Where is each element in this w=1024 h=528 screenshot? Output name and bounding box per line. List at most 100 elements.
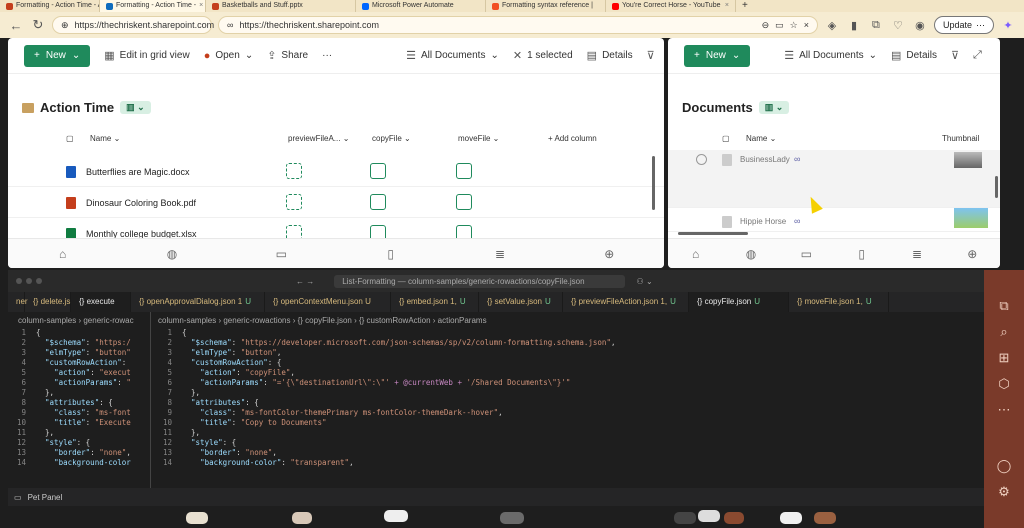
editor-tab[interactable]: ner xyxy=(8,292,28,312)
move-file-icon[interactable] xyxy=(456,163,472,179)
move-file-icon[interactable] xyxy=(456,194,472,210)
file-name[interactable]: BusinessLady xyxy=(740,155,790,164)
horse-pet[interactable] xyxy=(698,510,720,522)
scrollbar[interactable] xyxy=(995,176,998,198)
details-button[interactable]: ▤ Details xyxy=(891,49,937,62)
share-button[interactable]: ⇪ Share xyxy=(267,49,308,62)
library-view-button[interactable]: ▥ ⌄ xyxy=(120,101,151,114)
scrollbar[interactable] xyxy=(652,156,655,210)
move-file-icon[interactable] xyxy=(456,225,472,238)
file-name[interactable]: Butterflies are Magic.docx xyxy=(86,167,190,177)
browser-tab[interactable]: Microsoft Power Automate xyxy=(356,0,486,12)
edit-grid-button[interactable]: ▦ Edit in grid view xyxy=(104,49,189,62)
editor-tab[interactable]: {} moveFile.json 1, U xyxy=(789,292,889,312)
more-button[interactable]: ··· xyxy=(322,50,332,61)
open-button[interactable]: ● Open ⌄ xyxy=(204,50,254,62)
horse-pet[interactable] xyxy=(780,512,802,524)
breadcrumb-right[interactable]: column-samples › generic-rowactions › {}… xyxy=(158,316,487,325)
file-name[interactable]: Hippie Horse xyxy=(740,217,786,226)
table-row[interactable]: Dinosaur Coloring Book.pdf xyxy=(8,187,664,218)
window-zoom-dot[interactable] xyxy=(36,278,42,284)
horse-pet[interactable] xyxy=(384,510,408,522)
editor-tab[interactable]: {} embed.json 1, U xyxy=(391,292,479,312)
package-icon[interactable]: ⬡ xyxy=(998,376,1009,392)
file-type-header-icon[interactable]: ▢ xyxy=(66,134,74,143)
news-icon[interactable]: ▭ xyxy=(271,247,291,261)
new-button[interactable]: + New ⌄ xyxy=(24,44,91,67)
add-column-button[interactable]: + Add column xyxy=(548,134,597,143)
tab-icon[interactable]: ▭ xyxy=(775,20,784,31)
column-header-name[interactable]: Name ⌄ xyxy=(90,134,120,143)
view-switcher[interactable]: ☰ All Documents ⌄ xyxy=(406,49,499,62)
browser-tab[interactable]: You're Correct Horse - YouTube × xyxy=(606,0,736,12)
more-icon[interactable]: ⋯ xyxy=(998,402,1011,418)
window-minimize-dot[interactable] xyxy=(26,278,32,284)
editor-tab[interactable]: {} previewFileAction.json 1, U xyxy=(563,292,689,312)
view-switcher[interactable]: ☰ All Documents ⌄ xyxy=(784,49,877,62)
details-button[interactable]: ▤ Details xyxy=(587,49,633,62)
database-icon[interactable]: ≣ xyxy=(907,247,927,261)
update-button[interactable]: Update ⋯ xyxy=(933,16,995,34)
table-row[interactable]: Butterflies are Magic.docx xyxy=(8,156,664,187)
filter-button[interactable]: ⊽ xyxy=(647,49,655,62)
horse-pet[interactable] xyxy=(292,512,312,524)
browser-tab[interactable]: Basketballs and Stuff.pptx xyxy=(206,0,356,12)
file-name[interactable]: Monthly college budget.xlsx xyxy=(86,229,197,238)
editor-tab[interactable]: {} delete.js xyxy=(25,292,71,312)
window-close-dot[interactable] xyxy=(16,278,22,284)
file-type-header-icon[interactable]: ▢ xyxy=(722,134,730,143)
address-bar[interactable]: ⊕ https://thechriskent.sharepoint.com xyxy=(52,16,214,34)
editor-tab[interactable]: {} openApprovalDialog.json 1U xyxy=(131,292,265,312)
selection-indicator[interactable]: ✕ 1 selected xyxy=(513,49,573,62)
copy-file-icon[interactable] xyxy=(370,194,386,210)
add-icon[interactable]: ⊕ xyxy=(599,247,619,261)
reload-icon[interactable]: ↻ xyxy=(30,17,46,33)
table-row[interactable]: Monthly college budget.xlsx xyxy=(8,218,664,238)
new-button[interactable]: + New ⌄ xyxy=(684,44,751,67)
editor-tab-active[interactable]: {} copyFile.json U xyxy=(689,292,789,312)
horse-pet[interactable] xyxy=(500,512,524,524)
extensions-icon[interactable]: ⊞ xyxy=(999,350,1010,366)
address-bar-split[interactable]: ∞ https://thechriskent.sharepoint.com ⊖ ▭ ☆ × xyxy=(218,16,818,34)
favorites-icon[interactable]: ♡ xyxy=(890,19,906,32)
browser-tab-active[interactable]: Formatting - Action Time - × xyxy=(100,0,206,12)
pet-panel-header[interactable]: ▭ Pet Panel xyxy=(8,488,984,506)
home-icon[interactable]: ⌂ xyxy=(53,247,73,261)
column-header-name[interactable]: Name ⌄ xyxy=(746,134,776,143)
close-icon[interactable]: × xyxy=(199,0,203,12)
database-icon[interactable]: ≣ xyxy=(490,247,510,261)
gear-icon[interactable]: ⚙ xyxy=(998,484,1010,500)
preview-file-icon[interactable] xyxy=(286,225,302,238)
close-icon[interactable]: × xyxy=(725,0,729,12)
column-header-preview[interactable]: previewFileA... ⌄ xyxy=(288,134,349,143)
globe-icon[interactable]: ◍ xyxy=(741,247,761,261)
profile-icon[interactable]: ◉ xyxy=(912,19,928,32)
editor-tab[interactable]: {} openContextMenu.json U xyxy=(265,292,391,312)
file-icon[interactable]: ▯ xyxy=(852,247,872,261)
editor-left[interactable]: 1{ 2 "$schema": "https:/ 3 "elmType": "b… xyxy=(12,328,148,468)
editor-right[interactable]: 1{ 2 "$schema": "https://developer.micro… xyxy=(158,328,978,468)
close-icon[interactable]: × xyxy=(804,20,809,30)
row-select-radio[interactable] xyxy=(696,154,707,165)
star-icon[interactable]: ☆ xyxy=(790,20,798,31)
preview-file-icon[interactable] xyxy=(286,163,302,179)
horizontal-scrollbar[interactable] xyxy=(678,232,748,235)
extensions-icon[interactable]: ◈ xyxy=(824,19,840,32)
column-header-move[interactable]: moveFile ⌄ xyxy=(458,134,499,143)
home-icon[interactable]: ⌂ xyxy=(686,247,706,261)
file-name[interactable]: Dinosaur Coloring Book.pdf xyxy=(86,198,196,208)
breadcrumb-left[interactable]: column-samples › generic-rowac xyxy=(18,316,134,325)
copy-file-icon[interactable] xyxy=(370,163,386,179)
horse-pet[interactable] xyxy=(724,512,744,524)
globe-icon[interactable]: ◍ xyxy=(162,247,182,261)
horse-pet[interactable] xyxy=(186,512,208,524)
explorer-icon[interactable]: ⧉ xyxy=(999,298,1008,314)
sidebar-icon[interactable]: ▮ xyxy=(846,19,862,32)
collections-icon[interactable]: ⧉ xyxy=(868,19,884,32)
copilot-icon[interactable]: ✦ xyxy=(1000,19,1016,32)
horse-pet[interactable] xyxy=(674,512,696,524)
search-icon[interactable]: ⌕ xyxy=(1000,324,1007,340)
add-icon[interactable]: ⊕ xyxy=(962,247,982,261)
news-icon[interactable]: ▭ xyxy=(796,247,816,261)
editor-split-divider[interactable] xyxy=(150,312,151,488)
